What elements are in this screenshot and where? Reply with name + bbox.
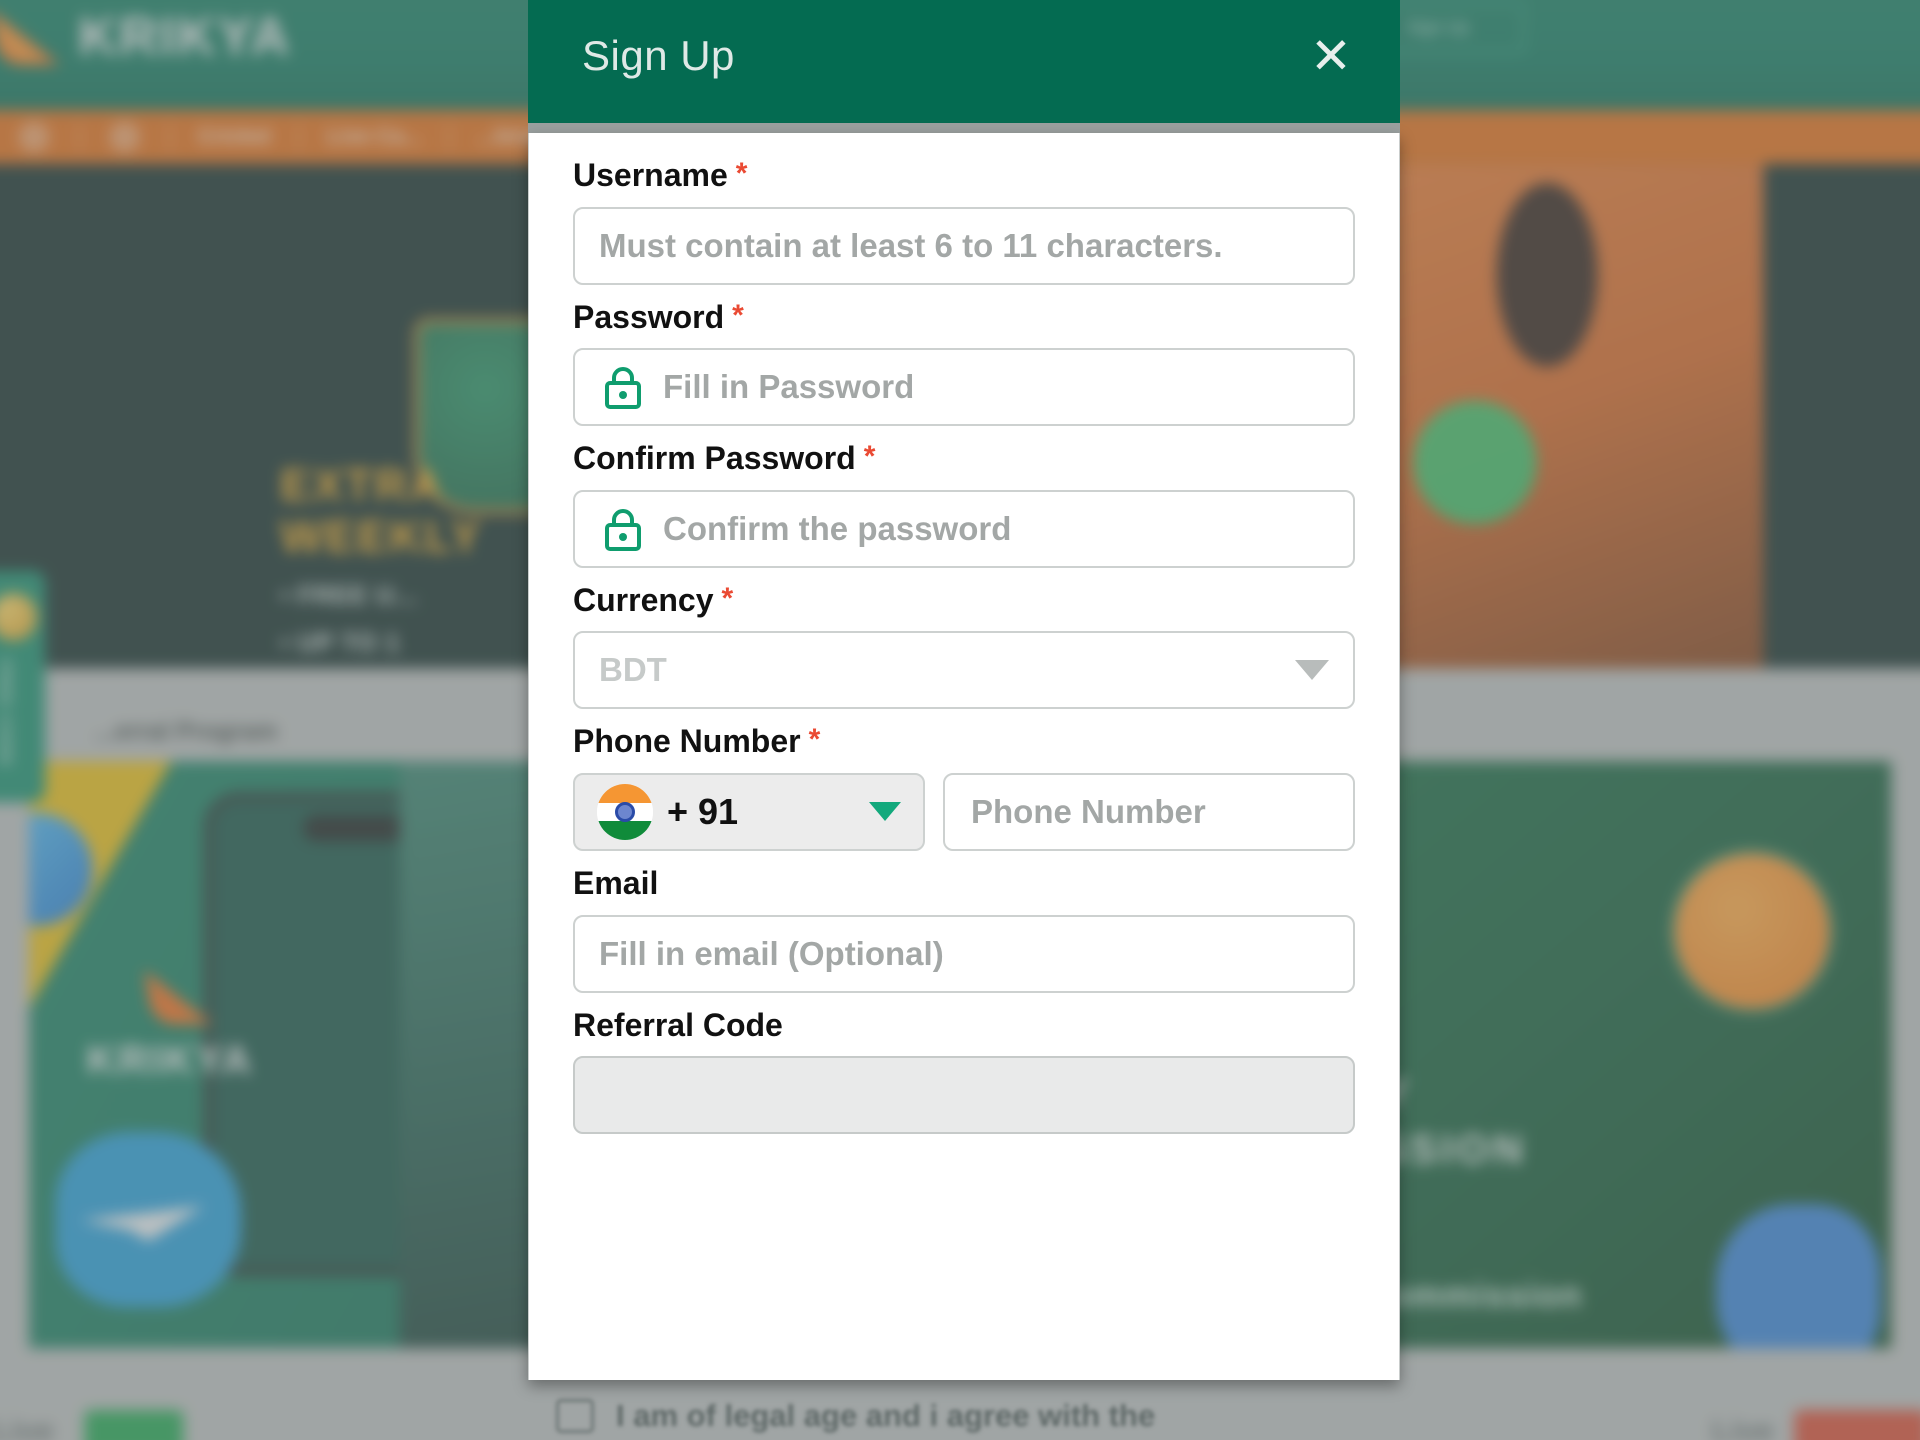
currency-selected-value: BDT — [599, 651, 667, 689]
phone-number-placeholder: Phone Number — [971, 792, 1206, 830]
field-password: Password * Fill in Password — [573, 298, 1355, 427]
currency-select[interactable]: BDT — [573, 631, 1355, 710]
agree-terms-label: I am of legal age and i agree with the — [616, 1398, 1156, 1433]
email-input[interactable]: Fill in email (Optional) — [573, 914, 1355, 993]
referral-label: Referral Code — [573, 1006, 783, 1043]
modal-header: Sign Up ✕ — [528, 0, 1400, 123]
modal-body: Username * Must contain at least 6 to 11… — [528, 133, 1400, 1380]
confirm-password-input[interactable]: Confirm the password — [573, 489, 1355, 568]
signup-modal: Sign Up ✕ Username * Must contain at lea… — [528, 0, 1400, 1380]
email-label-row: Email — [573, 864, 1355, 901]
field-email: Email Fill in email (Optional) — [573, 864, 1355, 993]
field-referral-code: Referral Code — [573, 1006, 1355, 1135]
india-flag-icon — [597, 783, 653, 840]
field-phone-number: Phone Number * + 91 Phone Number — [573, 725, 1355, 851]
username-label-row: Username * — [573, 157, 1355, 193]
username-label: Username — [573, 157, 728, 193]
close-icon[interactable]: ✕ — [1304, 31, 1358, 81]
country-code-value: + 91 — [667, 790, 739, 832]
field-confirm-password: Confirm Password * Confirm the password — [573, 442, 1355, 568]
confirm-password-required-marker: * — [863, 440, 876, 474]
username-input[interactable]: Must contain at least 6 to 11 characters… — [573, 206, 1355, 285]
phone-label-row: Phone Number * — [573, 725, 1355, 759]
confirm-password-label-row: Confirm Password * — [573, 442, 1355, 476]
chevron-down-icon — [1295, 660, 1329, 681]
currency-label-row: Currency * — [573, 581, 1355, 618]
confirm-password-label: Confirm Password — [573, 440, 856, 477]
password-label: Password — [573, 298, 725, 335]
currency-required-marker: * — [721, 581, 734, 615]
page-root: KRIKYA Sign Up Cricket Live Ca... ...kin… — [0, 0, 1920, 1440]
modal-title: Sign Up — [582, 31, 735, 79]
username-placeholder: Must contain at least 6 to 11 characters… — [599, 226, 1223, 264]
agree-checkbox[interactable] — [556, 1399, 594, 1433]
lock-icon — [599, 363, 647, 411]
phone-label: Phone Number — [573, 723, 801, 760]
username-required-marker: * — [735, 157, 748, 190]
field-currency: Currency * BDT — [573, 581, 1355, 710]
email-label: Email — [573, 864, 659, 901]
phone-number-input[interactable]: Phone Number — [943, 772, 1355, 851]
currency-label: Currency — [573, 581, 714, 618]
agree-terms-row[interactable]: I am of legal age and i agree with the — [556, 1398, 1155, 1434]
modal-divider — [528, 123, 1400, 133]
phone-row: + 91 Phone Number — [573, 772, 1355, 851]
confirm-password-placeholder: Confirm the password — [663, 509, 1012, 547]
phone-required-marker: * — [808, 723, 821, 757]
email-placeholder: Fill in email (Optional) — [599, 934, 944, 972]
chevron-down-icon — [869, 802, 901, 822]
password-placeholder: Fill in Password — [663, 368, 915, 406]
referral-code-input[interactable] — [573, 1056, 1355, 1135]
referral-label-row: Referral Code — [573, 1006, 1355, 1043]
password-label-row: Password * — [573, 298, 1355, 335]
lock-icon — [599, 505, 647, 553]
country-code-select[interactable]: + 91 — [573, 772, 925, 851]
password-required-marker: * — [732, 298, 744, 332]
field-username: Username * Must contain at least 6 to 11… — [573, 157, 1355, 285]
password-input[interactable]: Fill in Password — [573, 348, 1355, 427]
